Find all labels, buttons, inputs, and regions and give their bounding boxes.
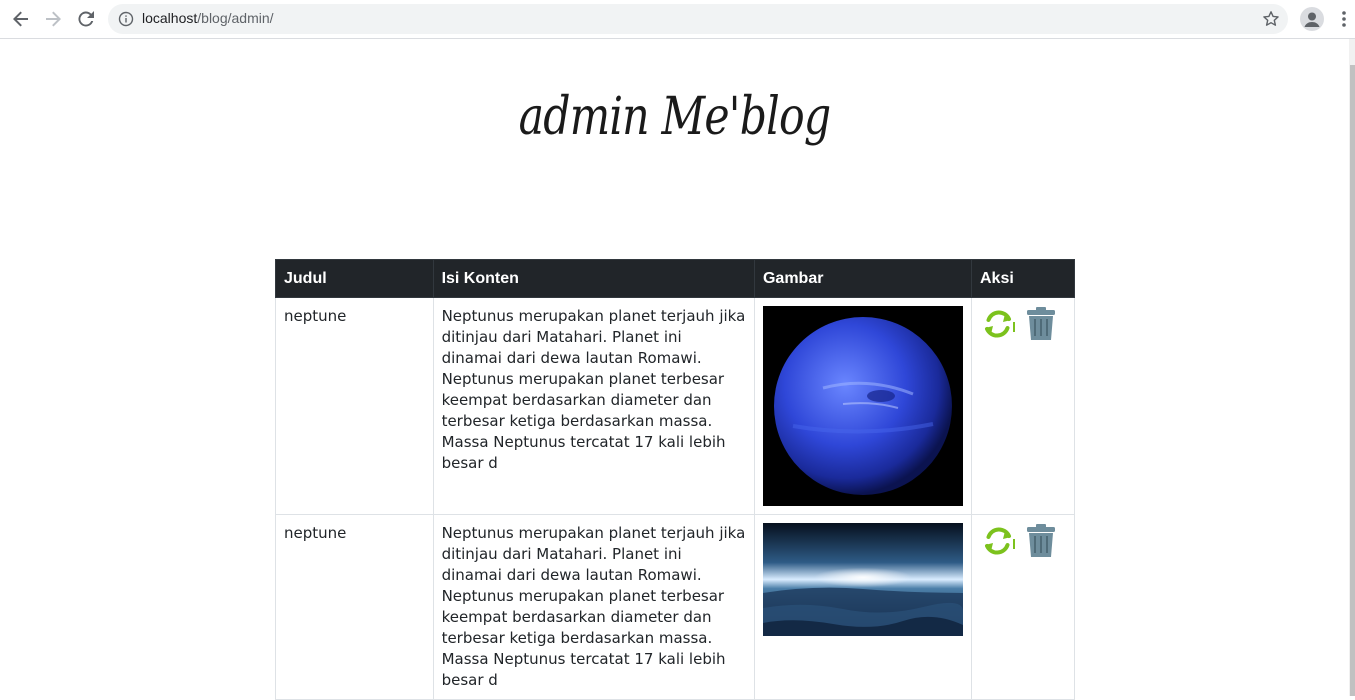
cell-isi-konten: Neptunus merupakan planet terjauh jika d… xyxy=(432,514,755,700)
info-icon[interactable] xyxy=(118,11,134,27)
header-judul: Judul xyxy=(275,259,434,298)
forward-button[interactable] xyxy=(41,7,65,31)
back-button[interactable] xyxy=(9,7,33,31)
posts-table: Judul Isi Konten Gambar Aksi neptune Nep… xyxy=(275,259,1076,700)
header-gambar: Gambar xyxy=(753,259,972,298)
trash-icon[interactable] xyxy=(1023,306,1059,342)
url-text[interactable]: localhost/blog/admin/ xyxy=(142,10,274,26)
refresh-icon[interactable] xyxy=(980,306,1016,342)
arrow-left-icon xyxy=(13,11,28,27)
star-icon[interactable] xyxy=(1262,10,1280,28)
page-title: admin Me'blog xyxy=(518,87,831,147)
neptune-planet-image xyxy=(762,306,963,506)
trash-icon[interactable] xyxy=(1023,523,1059,559)
kebab-menu-icon xyxy=(1342,11,1346,27)
url-host: localhost xyxy=(142,10,198,26)
arrow-right-icon xyxy=(46,11,61,27)
neptune-surface-image xyxy=(762,523,963,636)
table-row: neptune Neptunus merupakan planet terjau… xyxy=(275,514,1076,700)
scrollbar-thumb[interactable] xyxy=(1350,65,1355,696)
profile-button[interactable] xyxy=(1300,7,1324,31)
cell-judul: neptune xyxy=(275,297,434,515)
cell-aksi xyxy=(970,514,1076,700)
profile-icon xyxy=(1304,12,1320,27)
browser-toolbar: localhost/blog/admin/ xyxy=(0,0,1355,39)
url-path: /blog/admin/ xyxy=(197,10,274,26)
header-aksi: Aksi xyxy=(970,259,1076,298)
reload-button[interactable] xyxy=(74,7,98,31)
cell-aksi xyxy=(970,297,1076,515)
table-header-row: Judul Isi Konten Gambar Aksi xyxy=(275,259,1076,298)
vertical-scrollbar[interactable] xyxy=(1349,39,1355,696)
reload-icon xyxy=(78,11,94,27)
page-viewport: admin Me'blog Judul Isi Konten Gambar Ak… xyxy=(0,39,1349,700)
cell-gambar xyxy=(753,514,972,700)
address-bar[interactable]: localhost/blog/admin/ xyxy=(108,4,1288,34)
header-isi-konten: Isi Konten xyxy=(432,259,755,298)
cell-gambar xyxy=(753,297,972,515)
table-row: neptune Neptunus merupakan planet terjau… xyxy=(275,297,1076,515)
cell-isi-konten: Neptunus merupakan planet terjauh jika d… xyxy=(432,297,755,515)
refresh-icon[interactable] xyxy=(980,523,1016,559)
browser-menu-button[interactable] xyxy=(1336,9,1352,29)
cell-judul: neptune xyxy=(275,514,434,700)
